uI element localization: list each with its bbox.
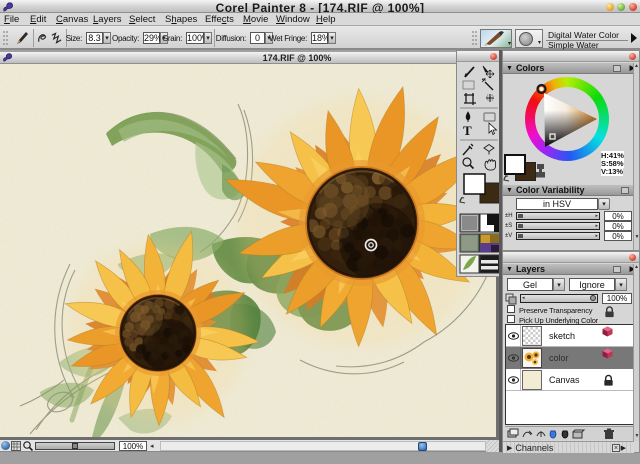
svg-text:T: T bbox=[463, 123, 472, 138]
